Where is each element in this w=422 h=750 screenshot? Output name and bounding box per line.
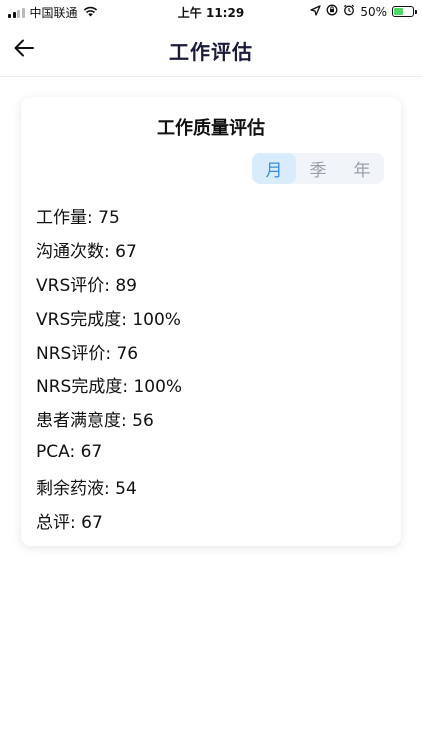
page-title: 工作评估	[169, 40, 253, 64]
card-title: 工作质量评估	[157, 118, 265, 139]
metric-vrs-completion: VRS完成度: 100%	[36, 309, 181, 330]
location-icon	[310, 4, 321, 19]
battery-percent: 50%	[360, 4, 387, 19]
metric-pca: PCA: 67	[36, 442, 103, 463]
period-month-button[interactable]: 月	[252, 153, 296, 184]
status-bar: 中国联通 上午 11:29 50%	[0, 0, 422, 24]
period-quarter-button[interactable]: 季	[296, 153, 340, 184]
metric-patient-satisfaction: 患者满意度: 56	[36, 411, 154, 432]
metric-communication-count: 沟通次数: 67	[36, 242, 137, 263]
metric-remaining-medication: 剩余药液: 54	[36, 478, 137, 499]
period-toggle: 月 季 年	[252, 153, 384, 184]
metric-workload: 工作量: 75	[36, 208, 120, 229]
metric-overall-score: 总评: 67	[36, 512, 103, 533]
nav-bar: 工作评估	[0, 24, 422, 77]
quality-evaluation-card: 工作质量评估 月 季 年 工作量: 75 沟通次数: 67 VRS评价: 89 …	[21, 97, 401, 546]
metric-vrs-rating: VRS评价: 89	[36, 275, 137, 296]
status-right: 50%	[310, 4, 417, 19]
rotation-lock-icon	[326, 4, 338, 19]
battery-charging-icon	[392, 6, 417, 17]
period-year-button[interactable]: 年	[340, 153, 384, 184]
alarm-icon	[343, 4, 355, 19]
metrics-list: 工作量: 75 沟通次数: 67 VRS评价: 89 VRS完成度: 100% …	[36, 199, 182, 537]
metric-nrs-rating: NRS评价: 76	[36, 343, 139, 364]
metric-nrs-completion: NRS完成度: 100%	[36, 377, 183, 398]
